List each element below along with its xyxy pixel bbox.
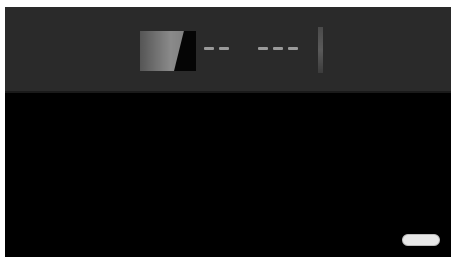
dash-mark xyxy=(219,47,229,50)
header-bar xyxy=(5,7,451,91)
dash-mark xyxy=(273,47,283,50)
dash-mark xyxy=(204,47,214,50)
app-window xyxy=(5,7,451,257)
dash-group-1 xyxy=(204,47,229,50)
logo-slash-shape xyxy=(174,31,196,71)
corner-button[interactable] xyxy=(402,234,440,246)
header-edge-strip xyxy=(318,27,323,73)
dash-group-2 xyxy=(258,47,298,50)
dash-mark xyxy=(258,47,268,50)
brand-logo-icon xyxy=(140,31,196,71)
dash-mark xyxy=(288,47,298,50)
header-divider xyxy=(5,91,451,93)
